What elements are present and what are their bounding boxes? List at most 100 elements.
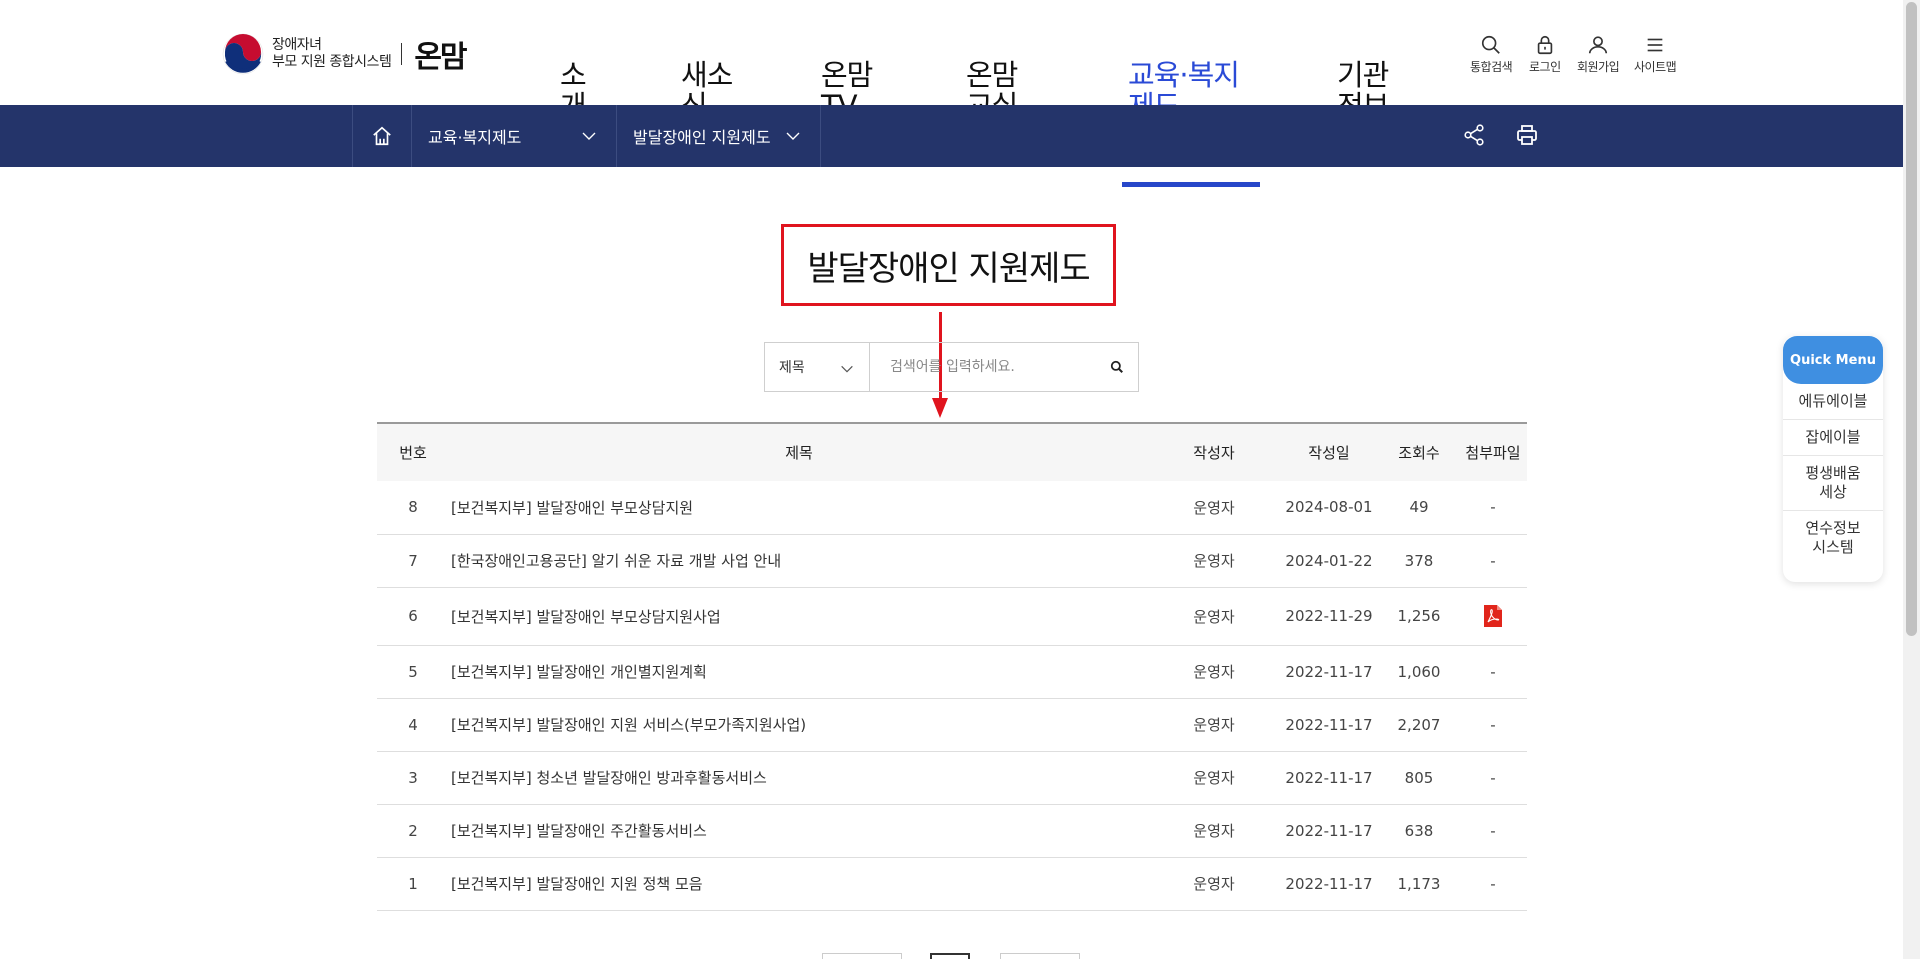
logo-line2: 부모 지원 종합시스템: [272, 54, 392, 70]
table-row[interactable]: 3 [보건복지부] 청소년 발달장애인 방과후활동서비스 운영자 2022-11…: [377, 751, 1527, 805]
table-row[interactable]: 7 [한국장애인고용공단] 알기 쉬운 자료 개발 사업 안내 운영자 2024…: [377, 534, 1527, 588]
scrollbar-thumb[interactable]: [1906, 2, 1917, 636]
header-hits: 조회수: [1398, 444, 1440, 462]
row-writer: 운영자: [1149, 534, 1279, 588]
row-no: 8: [377, 481, 449, 535]
row-subject-link[interactable]: [보건복지부] 발달장애인 지원 정책 모음: [449, 857, 1149, 911]
row-subject-link[interactable]: [보건복지부] 청소년 발달장애인 방과후활동서비스: [449, 751, 1149, 805]
logo-text: 장애자녀 부모 지원 종합시스템: [272, 37, 392, 71]
menu-icon: [1647, 38, 1663, 52]
row-date: 2022-11-17: [1279, 698, 1379, 752]
row-file: -: [1459, 804, 1527, 858]
taegeuk-emblem-icon: [222, 33, 264, 75]
row-date: 2024-08-01: [1279, 481, 1379, 535]
row-subject-link[interactable]: [한국장애인고용공단] 알기 쉬운 자료 개발 사업 안내: [449, 534, 1149, 588]
row-hits: 1,173: [1379, 857, 1459, 911]
row-subject-link[interactable]: [보건복지부] 발달장애인 부모상담지원: [449, 481, 1149, 535]
table-row[interactable]: 4 [보건복지부] 발달장애인 지원 서비스(부모가족지원사업) 운영자 202…: [377, 698, 1527, 752]
row-hits: 378: [1379, 534, 1459, 588]
home-icon: [373, 126, 391, 146]
row-no: 1: [377, 857, 449, 911]
printer-icon: [1517, 125, 1537, 145]
share-icon: [1464, 124, 1484, 146]
search-field-selected: 제목: [779, 360, 805, 376]
row-no: 4: [377, 698, 449, 752]
sitemap-label: 사이트맵: [1634, 60, 1677, 74]
depth2-label: 발달장애인 지원제도: [633, 128, 771, 147]
row-date: 2024-01-22: [1279, 534, 1379, 588]
depth2-dropdown[interactable]: 발달장애인 지원제도: [617, 105, 821, 167]
row-subject-link[interactable]: [보건복지부] 발달장애인 개인별지원계획: [449, 645, 1149, 699]
user-icon: [1589, 36, 1608, 54]
chevron-down-icon: [582, 132, 596, 140]
header-subject: 제목: [785, 444, 813, 462]
header-file: 첨부파일: [1465, 444, 1521, 462]
row-file: -: [1459, 534, 1527, 588]
row-date: 2022-11-17: [1279, 857, 1379, 911]
pagination-prev-buttons[interactable]: [822, 953, 902, 959]
row-file: -: [1459, 751, 1527, 805]
row-subject-link[interactable]: [보건복지부] 발달장애인 지원 서비스(부모가족지원사업): [449, 698, 1149, 752]
signup-button[interactable]: 회원가입: [1577, 34, 1620, 75]
row-no: 2: [377, 804, 449, 858]
quick-menu-title: Quick Menu: [1783, 336, 1883, 384]
row-writer: 운영자: [1149, 804, 1279, 858]
table-row[interactable]: 8 [보건복지부] 발달장애인 부모상담지원 운영자 2024-08-01 49…: [377, 481, 1527, 535]
row-writer: 운영자: [1149, 645, 1279, 699]
sitemap-button[interactable]: 사이트맵: [1634, 34, 1677, 75]
depth1-label: 교육·복지제도: [428, 128, 522, 147]
site-header: 장애자녀 부모 지원 종합시스템 온맘 소개 새소식 온맘TV 온맘교실 교육·…: [0, 0, 1903, 122]
search-icon[interactable]: [1110, 360, 1124, 374]
row-file: -: [1459, 857, 1527, 911]
board-table: 번호 제목 작성자 작성일 조회수 첨부파일 8 [보건복지부] 발달장애인 부…: [377, 422, 1527, 911]
row-hits: 805: [1379, 751, 1459, 805]
pagination-current-page[interactable]: [930, 953, 970, 959]
share-button[interactable]: [1462, 123, 1486, 151]
table-row[interactable]: 6 [보건복지부] 발달장애인 부모상담지원사업 운영자 2022-11-29 …: [377, 587, 1527, 646]
active-nav-underline: [1122, 182, 1260, 187]
login-label: 로그인: [1529, 60, 1561, 74]
row-subject-link[interactable]: [보건복지부] 발달장애인 부모상담지원사업: [449, 587, 1149, 646]
page-scrollbar[interactable]: [1903, 0, 1920, 959]
site-logo[interactable]: 장애자녀 부모 지원 종합시스템 온맘: [222, 32, 468, 76]
row-no: 5: [377, 645, 449, 699]
header-writer: 작성자: [1193, 444, 1235, 462]
print-button[interactable]: [1515, 123, 1539, 151]
row-hits: 638: [1379, 804, 1459, 858]
row-hits: 1,256: [1379, 587, 1459, 646]
quick-item-lifelong-learning[interactable]: 평생배움 세상: [1783, 456, 1883, 511]
quick-item-jobable[interactable]: 잡에이블: [1783, 420, 1883, 456]
quick-item-eduable[interactable]: 에듀에이블: [1783, 384, 1883, 420]
table-row[interactable]: 2 [보건복지부] 발달장애인 주간활동서비스 운영자 2022-11-17 6…: [377, 804, 1527, 858]
home-button[interactable]: [352, 105, 412, 167]
row-writer: 운영자: [1149, 751, 1279, 805]
header-date: 작성일: [1308, 444, 1350, 462]
login-button[interactable]: 로그인: [1529, 34, 1561, 75]
row-file: -: [1459, 698, 1527, 752]
row-writer: 운영자: [1149, 481, 1279, 535]
search-field-select[interactable]: 제목: [765, 343, 870, 391]
row-hits: 2,207: [1379, 698, 1459, 752]
row-date: 2022-11-17: [1279, 645, 1379, 699]
chevron-down-icon: [841, 365, 853, 373]
row-subject-link[interactable]: [보건복지부] 발달장애인 주간활동서비스: [449, 804, 1149, 858]
total-search-label: 통합검색: [1470, 60, 1513, 74]
row-date: 2022-11-17: [1279, 804, 1379, 858]
pdf-file-icon[interactable]: [1483, 604, 1503, 628]
pagination-next-buttons[interactable]: [1000, 953, 1080, 959]
row-writer: 운영자: [1149, 857, 1279, 911]
search-icon: [1482, 35, 1500, 54]
header-no: 번호: [399, 444, 427, 462]
total-search-button[interactable]: 통합검색: [1470, 34, 1513, 75]
row-file: [1459, 587, 1527, 646]
logo-brand: 온맘: [414, 40, 467, 75]
search-input[interactable]: [870, 343, 1138, 391]
lock-icon: [1537, 35, 1553, 55]
table-row[interactable]: 5 [보건복지부] 발달장애인 개인별지원계획 운영자 2022-11-17 1…: [377, 645, 1527, 699]
row-date: 2022-11-29: [1279, 587, 1379, 646]
quick-item-training-info[interactable]: 연수정보 시스템: [1783, 511, 1883, 565]
depth1-dropdown[interactable]: 교육·복지제도: [412, 105, 617, 167]
table-row[interactable]: 1 [보건복지부] 발달장애인 지원 정책 모음 운영자 2022-11-17 …: [377, 857, 1527, 911]
row-hits: 49: [1379, 481, 1459, 535]
row-file: -: [1459, 645, 1527, 699]
